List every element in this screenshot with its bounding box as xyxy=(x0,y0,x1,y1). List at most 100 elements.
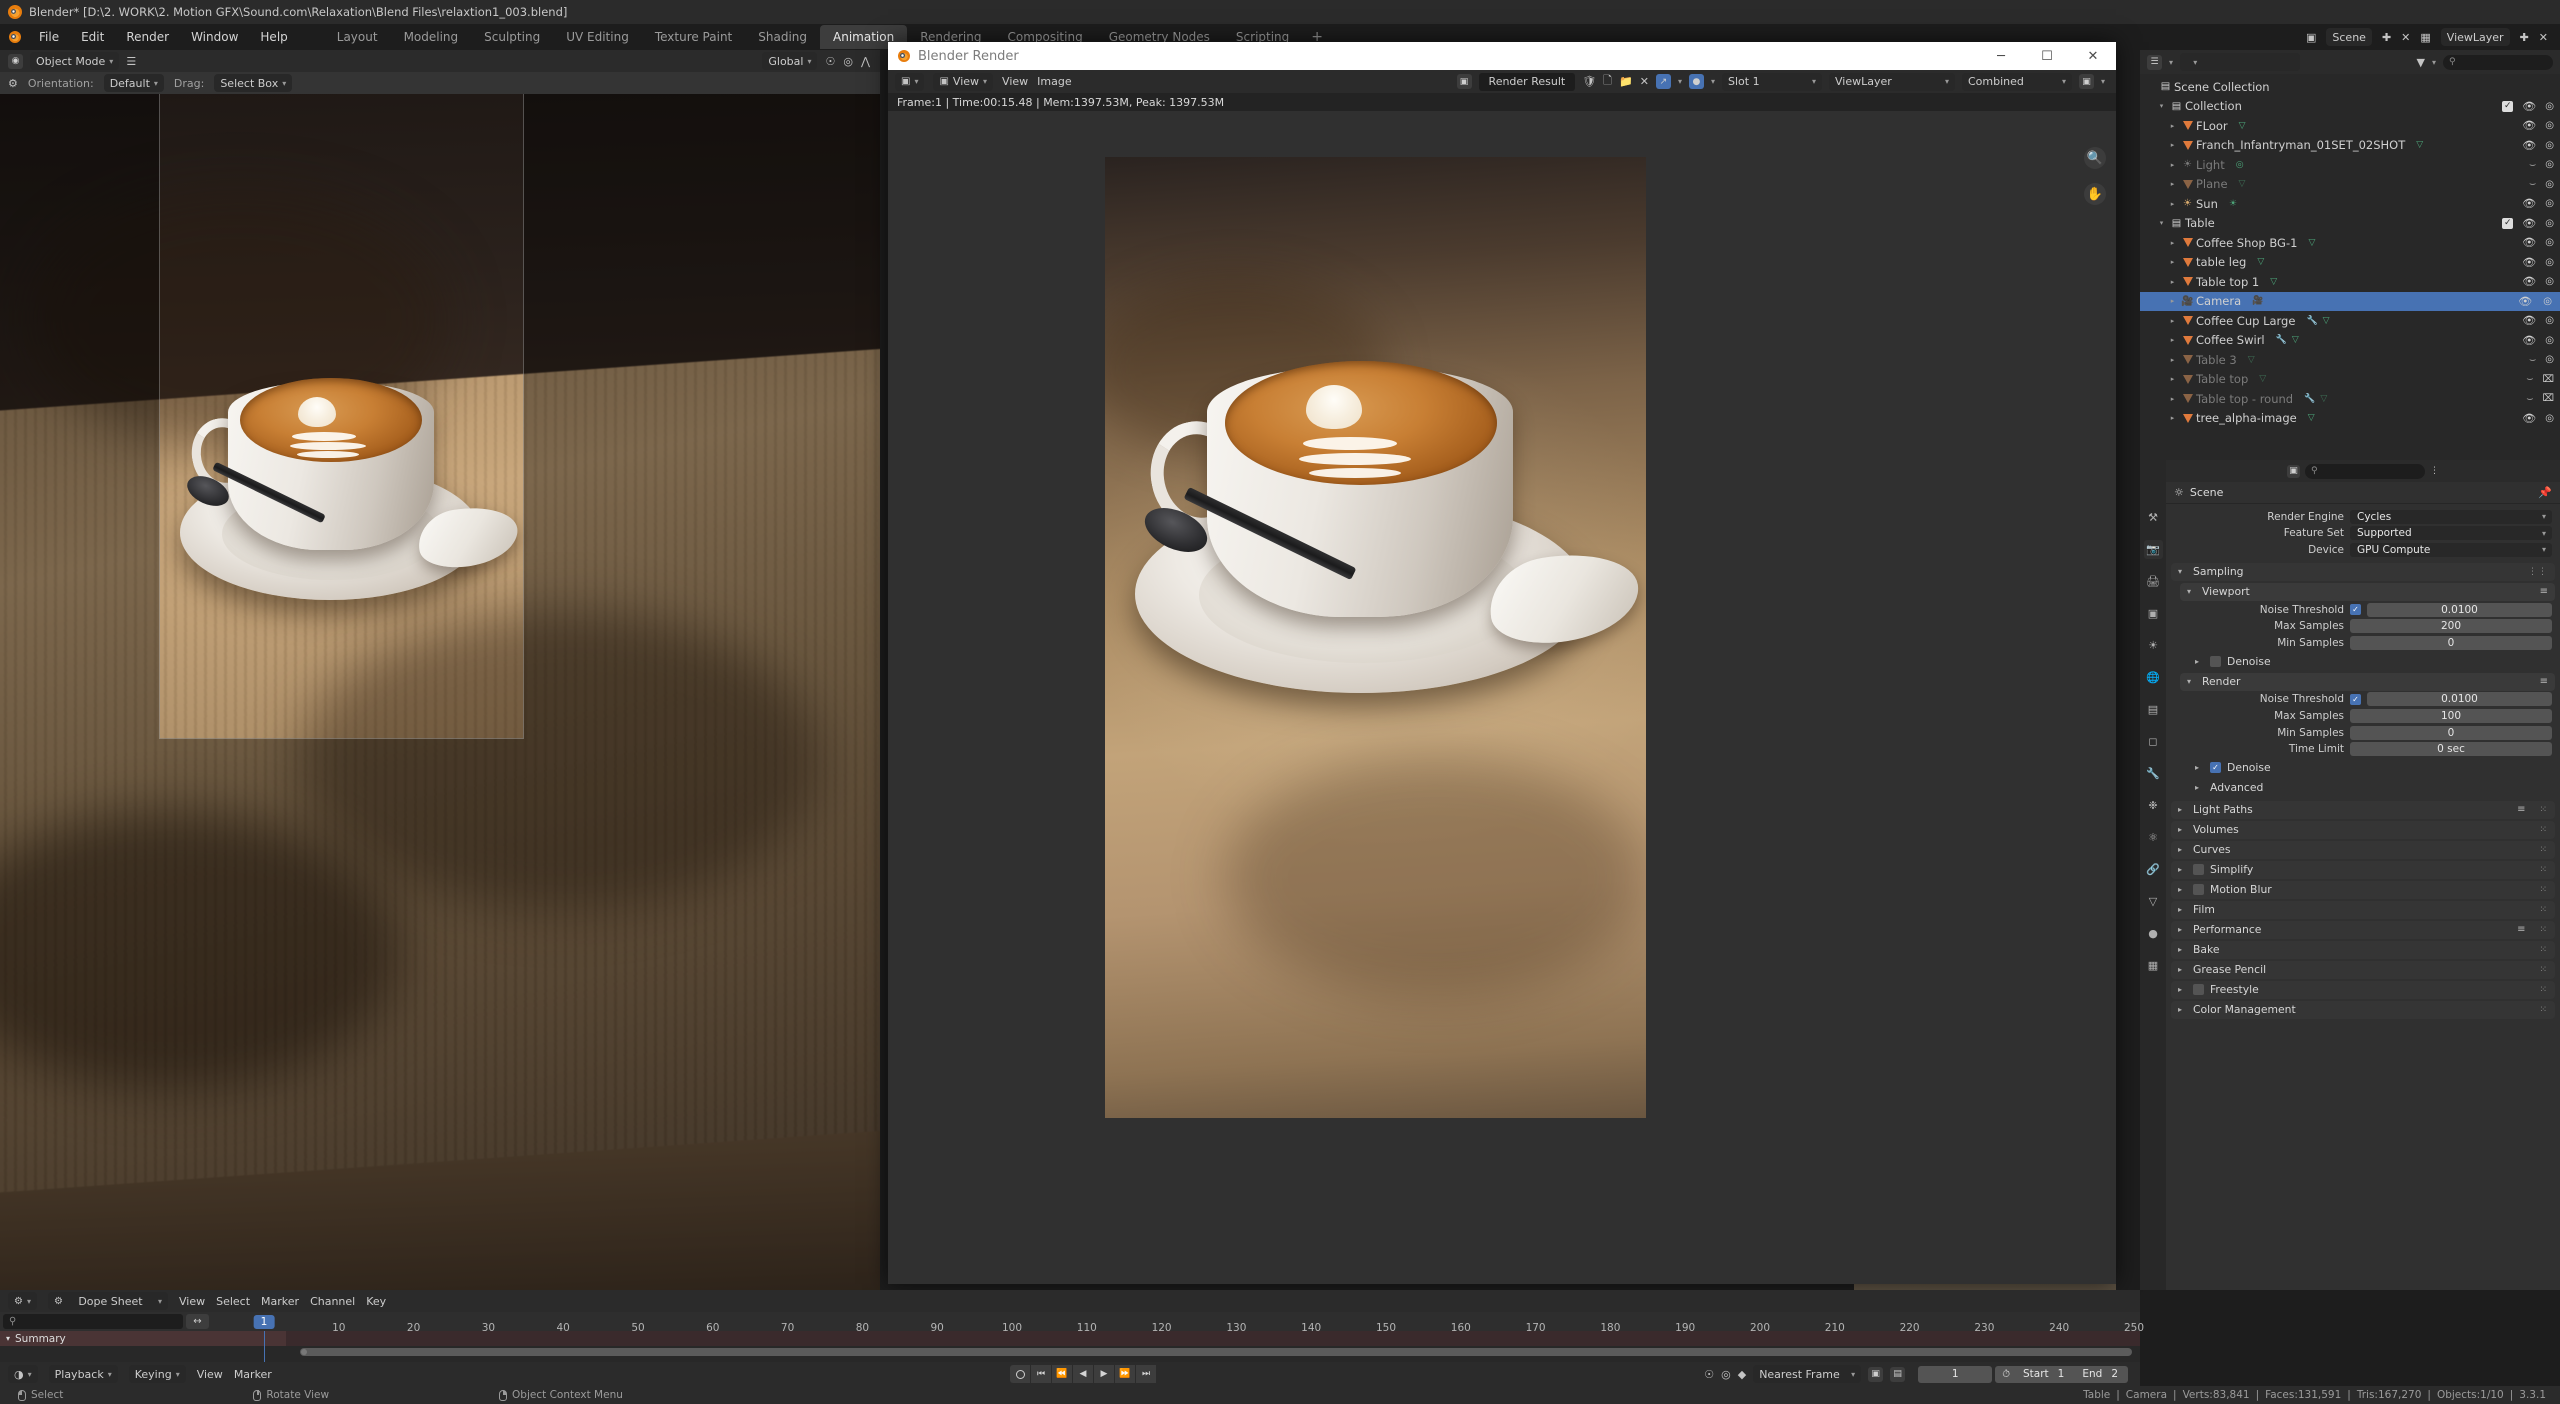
outliner-row-scene-collection[interactable]: ▤ Scene Collection xyxy=(2140,77,2560,97)
properties-options-icon[interactable]: ⋮ xyxy=(2430,466,2439,476)
filter-icon[interactable]: ▼ xyxy=(2417,56,2425,69)
camera-data-icon[interactable]: 🎥 xyxy=(2252,296,2263,306)
drag-grip-icon[interactable]: ⁙ xyxy=(2539,1005,2548,1015)
sampling-panel-header[interactable]: ▾ Sampling ⋮⋮ xyxy=(2171,562,2555,581)
properties-tab-output[interactable]: 🖨 xyxy=(2144,572,2163,591)
properties-tab-collection[interactable]: ▤ xyxy=(2144,700,2163,719)
modifier-icon[interactable]: 🔧 xyxy=(2306,316,2317,326)
workspace-tab-uv-editing[interactable]: UV Editing xyxy=(553,25,642,49)
workspace-tab-sculpting[interactable]: Sculpting xyxy=(471,25,553,49)
render-pass-selector[interactable]: Combined ▾ xyxy=(1961,72,2072,91)
dopesheet-mode-selector[interactable]: ⚙ Dope Sheet ▾ xyxy=(47,1292,168,1310)
snap-magnet-icon[interactable]: ☉ xyxy=(825,55,835,68)
pin-icon[interactable]: 📌 xyxy=(2538,486,2552,499)
ds-menu-select[interactable]: Select xyxy=(216,1295,250,1308)
viewlayer-selector[interactable]: ViewLayer xyxy=(2440,28,2510,46)
properties-editor[interactable]: ⚒ 📷 🖨 ▣ ☀ 🌐 ▤ ◻ 🔧 ❉ ⚛ 🔗 ▽ ● ▦ ▣ ⚲ ⋮ ☼ Scene 📌 Render E… xyxy=(2140,460,2560,1290)
falloff-curve-icon[interactable]: ⋀ xyxy=(861,55,870,68)
visibility-eye-icon[interactable]: 👁 xyxy=(2522,197,2536,210)
maximize-button[interactable]: ☐ xyxy=(2024,42,2070,70)
mesh-data-icon[interactable]: ▽ xyxy=(2248,355,2255,365)
properties-tab-physics[interactable]: ⚛ xyxy=(2144,828,2163,847)
editor-type-selector[interactable]: ▣ ▾ xyxy=(895,72,925,91)
keying-menu[interactable]: Keying ▾ xyxy=(128,1365,186,1383)
editor-type-icon[interactable]: ☰ xyxy=(2147,54,2162,70)
dopesheet-sort-toggle[interactable]: ↔ xyxy=(186,1314,209,1329)
chevron-right-icon[interactable]: ▸ xyxy=(2166,336,2179,344)
editor-type-selector[interactable]: ⚙ ▾ xyxy=(8,1292,37,1310)
tool-settings-icon[interactable]: ⚙ xyxy=(8,77,18,90)
visibility-eye-icon[interactable]: 👁 xyxy=(2522,100,2536,113)
drag-grip-icon[interactable]: ⁙ xyxy=(2539,945,2548,955)
new-viewlayer-icon[interactable]: ✚ xyxy=(2520,31,2529,44)
frame-range-field[interactable]: ⏱ Start 1 End 2 xyxy=(1995,1365,2128,1383)
chevron-right-icon[interactable]: ▸ xyxy=(2166,414,2179,422)
chevron-right-icon[interactable]: ▸ xyxy=(2166,375,2179,383)
menu-view[interactable]: View xyxy=(1002,75,1028,88)
mesh-data-icon[interactable]: ▽ xyxy=(2239,179,2246,189)
chevron-right-icon[interactable]: ▸ xyxy=(2166,395,2179,403)
mesh-data-icon[interactable]: ▽ xyxy=(2320,394,2327,404)
panel-header-performance[interactable]: ▸ Performance ≡ ⁙ xyxy=(2171,920,2555,939)
visibility-eye-icon[interactable]: ⌣ xyxy=(2526,372,2533,386)
visibility-eye-icon[interactable]: ⌣ xyxy=(2529,177,2536,191)
ds-menu-key[interactable]: Key xyxy=(366,1295,386,1308)
properties-tab-scene[interactable]: ☀ xyxy=(2144,636,2163,655)
chevron-right-icon[interactable]: ▸ xyxy=(2166,200,2179,208)
visibility-eye-icon[interactable]: 👁 xyxy=(2522,412,2536,425)
jump-start-icon[interactable]: ⏮ xyxy=(1031,1365,1051,1383)
chevron-right-icon[interactable]: ▸ xyxy=(2166,278,2179,286)
visibility-eye-icon[interactable]: 👁 xyxy=(2522,314,2536,327)
play-icon[interactable]: ▶ xyxy=(1094,1365,1114,1383)
timeline-menu-view[interactable]: View xyxy=(197,1368,223,1381)
properties-tab-material[interactable]: ● xyxy=(2144,924,2163,943)
image-browse-icon[interactable]: ▣ xyxy=(1456,74,1472,89)
mesh-data-icon[interactable]: ▽ xyxy=(2259,374,2266,384)
menu-image[interactable]: Image xyxy=(1037,75,1071,88)
next-keyframe-icon[interactable]: ⏩ xyxy=(1115,1365,1135,1383)
panel-enable-checkbox[interactable] xyxy=(2193,884,2204,896)
visibility-eye-icon[interactable]: ⌣ xyxy=(2529,353,2536,367)
modifier-icon[interactable]: 🔧 xyxy=(2276,335,2287,345)
proportional-icon[interactable]: ◎ xyxy=(1721,1368,1731,1381)
drag-value-selector[interactable]: Select Box ▾ xyxy=(214,74,293,92)
dope-sheet-editor[interactable]: ⚙ ▾ ⚙ Dope Sheet ▾ View Select Marker Ch… xyxy=(0,1290,2144,1364)
unlink-icon[interactable]: ✕ xyxy=(1640,75,1649,88)
render-visibility-icon[interactable]: ◎ xyxy=(2545,218,2554,229)
properties-tab-data[interactable]: ▽ xyxy=(2144,892,2163,911)
prev-keyframe-icon[interactable]: ⏪ xyxy=(1052,1365,1072,1383)
panel-header-curves[interactable]: ▸ Curves ⁙ xyxy=(2171,840,2555,859)
fake-user-shield-icon[interactable]: 🛡 xyxy=(1582,75,1596,88)
render-visibility-icon[interactable]: ◎ xyxy=(2545,413,2554,424)
snapping-magnet-icon[interactable]: ☉ xyxy=(1704,1368,1714,1381)
timeline-editor-type[interactable]: ◑ ▾ xyxy=(8,1365,38,1383)
outliner-row-light[interactable]: ▸ ☀ Light ◎ ⌣ ◎ xyxy=(2140,155,2560,175)
duplicate-icon[interactable]: 🗋 xyxy=(1603,72,1612,91)
outliner-row-table-leg[interactable]: ▸ table leg ▽ 👁 ◎ xyxy=(2140,253,2560,273)
outliner-row-table-top-1[interactable]: ▸ Table top 1 ▽ 👁 ◎ xyxy=(2140,272,2560,292)
visibility-eye-icon[interactable]: ⌣ xyxy=(2526,392,2533,406)
viewport-menu-icon[interactable]: ☰ xyxy=(126,55,136,68)
viewport-denoise-header[interactable]: ▸ Denoise xyxy=(2188,653,2555,671)
chevron-right-icon[interactable]: ▸ xyxy=(2166,161,2179,169)
view-layer-selector[interactable]: ViewLayer ▾ xyxy=(1828,72,1955,91)
play-reverse-icon[interactable]: ◀ xyxy=(1073,1365,1093,1383)
properties-tab-tool[interactable]: ⚒ xyxy=(2144,508,2163,527)
outliner-row-table-top[interactable]: ▸ Table top ▽ ⌣ ⌧ xyxy=(2140,370,2560,390)
viewport-sampling-header[interactable]: ▾ Viewport ≡ xyxy=(2180,582,2555,601)
visibility-eye-icon[interactable]: 👁 xyxy=(2518,295,2532,308)
render-visibility-icon[interactable]: ⌧ xyxy=(2542,374,2554,385)
outliner-editor[interactable]: ☰ ▾ ▾ ▼ ▾ ⚲ ▤ Scene Collection ▾ ▤ Collectio… xyxy=(2140,50,2560,460)
sun-data-icon[interactable]: ☀ xyxy=(2229,199,2237,209)
render-visibility-icon[interactable]: ◎ xyxy=(2545,101,2554,112)
drag-grip-icon[interactable]: ⋮⋮ xyxy=(2528,567,2548,577)
delete-viewlayer-icon[interactable]: ✕ xyxy=(2539,31,2548,44)
outliner-row-franch-infantryman-01set-02shot[interactable]: ▸ Franch_Infantryman_01SET_02SHOT ▽ 👁 ◎ xyxy=(2140,136,2560,156)
snap-mode-selector[interactable]: Nearest Frame ▾ xyxy=(1753,1365,1862,1383)
panel-header-color-management[interactable]: ▸ Color Management ⁙ xyxy=(2171,1000,2555,1019)
preset-list-icon[interactable]: ≡ xyxy=(2540,676,2548,687)
render-visibility-icon[interactable]: ◎ xyxy=(2545,315,2554,326)
chevron-down-icon[interactable]: ▾ xyxy=(2155,219,2168,227)
outliner-row-table-3[interactable]: ▸ Table 3 ▽ ⌣ ◎ xyxy=(2140,350,2560,370)
outliner-row-coffee-cup-large[interactable]: ▸ Coffee Cup Large 🔧 ▽ 👁 ◎ xyxy=(2140,311,2560,331)
